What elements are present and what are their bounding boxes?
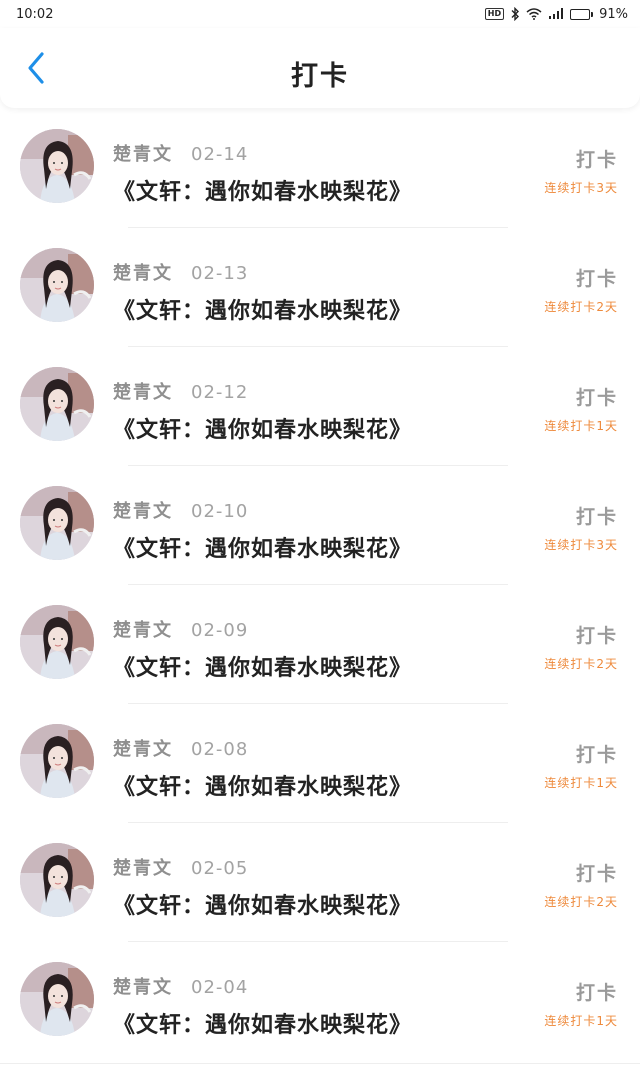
- item-meta: 楚青文 02-05: [113, 854, 248, 880]
- divider: [128, 584, 508, 585]
- avatar-image: [20, 129, 94, 203]
- checkin-label: 打卡: [575, 863, 618, 885]
- checkin-label: 打卡: [575, 149, 618, 171]
- app-header: 打卡: [0, 28, 640, 108]
- avatar[interactable]: [20, 843, 94, 917]
- avatar[interactable]: [20, 248, 94, 322]
- streak-label: 连续打卡2天: [544, 657, 618, 671]
- checkin-date: 02-13: [191, 263, 249, 284]
- streak-label: 连续打卡1天: [544, 419, 618, 433]
- list-item[interactable]: 楚青文 02-04 《文轩：遇你如春水映梨花》 打卡 连续打卡1天: [0, 945, 640, 1064]
- divider: [128, 346, 508, 347]
- book-title[interactable]: 《文轩：遇你如春水映梨花》: [113, 1007, 412, 1039]
- page-title: 打卡: [291, 61, 349, 92]
- list-item[interactable]: 楚青文 02-09 《文轩：遇你如春水映梨花》 打卡 连续打卡2天: [0, 588, 640, 707]
- status-time: 10:02: [16, 6, 54, 22]
- checkin-date: 02-10: [191, 501, 249, 522]
- list-item[interactable]: 楚青文 02-13 《文轩：遇你如春水映梨花》 打卡 连续打卡2天: [0, 231, 640, 350]
- checkin-date: 02-12: [191, 382, 249, 403]
- user-name: 楚青文: [113, 263, 173, 284]
- battery-icon: [570, 8, 594, 20]
- avatar[interactable]: [20, 724, 94, 798]
- divider: [128, 227, 508, 228]
- user-name: 楚青文: [113, 501, 173, 522]
- book-title[interactable]: 《文轩：遇你如春水映梨花》: [113, 888, 412, 920]
- item-meta: 楚青文 02-04: [113, 973, 248, 999]
- item-meta: 楚青文 02-10: [113, 497, 248, 523]
- checkin-label: 打卡: [575, 506, 618, 528]
- streak-label: 连续打卡2天: [544, 895, 618, 909]
- streak-label: 连续打卡3天: [544, 538, 618, 552]
- checkin-date: 02-14: [191, 144, 249, 165]
- list-item[interactable]: 楚青文 02-05 《文轩：遇你如春水映梨花》 打卡 连续打卡2天: [0, 826, 640, 945]
- item-meta: 楚青文 02-13: [113, 259, 248, 285]
- checkin-date: 02-08: [191, 739, 249, 760]
- book-title[interactable]: 《文轩：遇你如春水映梨花》: [113, 412, 412, 444]
- list-item[interactable]: 楚青文 02-10 《文轩：遇你如春水映梨花》 打卡 连续打卡3天: [0, 469, 640, 588]
- user-name: 楚青文: [113, 620, 173, 641]
- book-title[interactable]: 《文轩：遇你如春水映梨花》: [113, 293, 412, 325]
- streak-label: 连续打卡3天: [544, 181, 618, 195]
- divider: [128, 941, 508, 942]
- user-name: 楚青文: [113, 382, 173, 403]
- checkin-date: 02-04: [191, 977, 249, 998]
- status-bar: 10:02 HD 91%: [0, 0, 640, 28]
- checkin-label: 打卡: [575, 268, 618, 290]
- user-name: 楚青文: [113, 977, 173, 998]
- checkin-date: 02-09: [191, 620, 249, 641]
- item-meta: 楚青文 02-14: [113, 140, 248, 166]
- avatar[interactable]: [20, 605, 94, 679]
- streak-label: 连续打卡1天: [544, 776, 618, 790]
- avatar-image: [20, 486, 94, 560]
- checkin-label: 打卡: [575, 625, 618, 647]
- divider: [128, 465, 508, 466]
- avatar[interactable]: [20, 129, 94, 203]
- avatar-image: [20, 248, 94, 322]
- user-name: 楚青文: [113, 144, 173, 165]
- divider: [0, 1063, 640, 1064]
- checkin-label: 打卡: [575, 982, 618, 1004]
- signal-icon: [549, 8, 564, 19]
- book-title[interactable]: 《文轩：遇你如春水映梨花》: [113, 531, 412, 563]
- item-meta: 楚青文 02-09: [113, 616, 248, 642]
- list-item[interactable]: 楚青文 02-08 《文轩：遇你如春水映梨花》 打卡 连续打卡1天: [0, 707, 640, 826]
- wifi-icon: [526, 8, 542, 20]
- avatar[interactable]: [20, 962, 94, 1036]
- book-title[interactable]: 《文轩：遇你如春水映梨花》: [113, 174, 412, 206]
- status-icons: HD 91%: [484, 6, 628, 22]
- bluetooth-icon: [511, 7, 520, 21]
- checkin-list: 楚青文 02-14 《文轩：遇你如春水映梨花》 打卡 连续打卡3天 楚青文 02…: [0, 112, 640, 1064]
- item-meta: 楚青文 02-08: [113, 735, 248, 761]
- list-item[interactable]: 楚青文 02-12 《文轩：遇你如春水映梨花》 打卡 连续打卡1天: [0, 350, 640, 469]
- streak-label: 连续打卡1天: [544, 1014, 618, 1028]
- avatar-image: [20, 367, 94, 441]
- avatar[interactable]: [20, 367, 94, 441]
- avatar-image: [20, 962, 94, 1036]
- checkin-label: 打卡: [575, 387, 618, 409]
- avatar-image: [20, 843, 94, 917]
- book-title[interactable]: 《文轩：遇你如春水映梨花》: [113, 650, 412, 682]
- avatar-image: [20, 724, 94, 798]
- user-name: 楚青文: [113, 739, 173, 760]
- book-title[interactable]: 《文轩：遇你如春水映梨花》: [113, 769, 412, 801]
- divider: [128, 822, 508, 823]
- avatar[interactable]: [20, 486, 94, 560]
- battery-percent: 91%: [599, 6, 628, 22]
- streak-label: 连续打卡2天: [544, 300, 618, 314]
- hd-icon: HD: [484, 8, 505, 20]
- checkin-date: 02-05: [191, 858, 249, 879]
- checkin-label: 打卡: [575, 744, 618, 766]
- user-name: 楚青文: [113, 858, 173, 879]
- item-meta: 楚青文 02-12: [113, 378, 248, 404]
- list-item[interactable]: 楚青文 02-14 《文轩：遇你如春水映梨花》 打卡 连续打卡3天: [0, 112, 640, 231]
- avatar-image: [20, 605, 94, 679]
- divider: [128, 703, 508, 704]
